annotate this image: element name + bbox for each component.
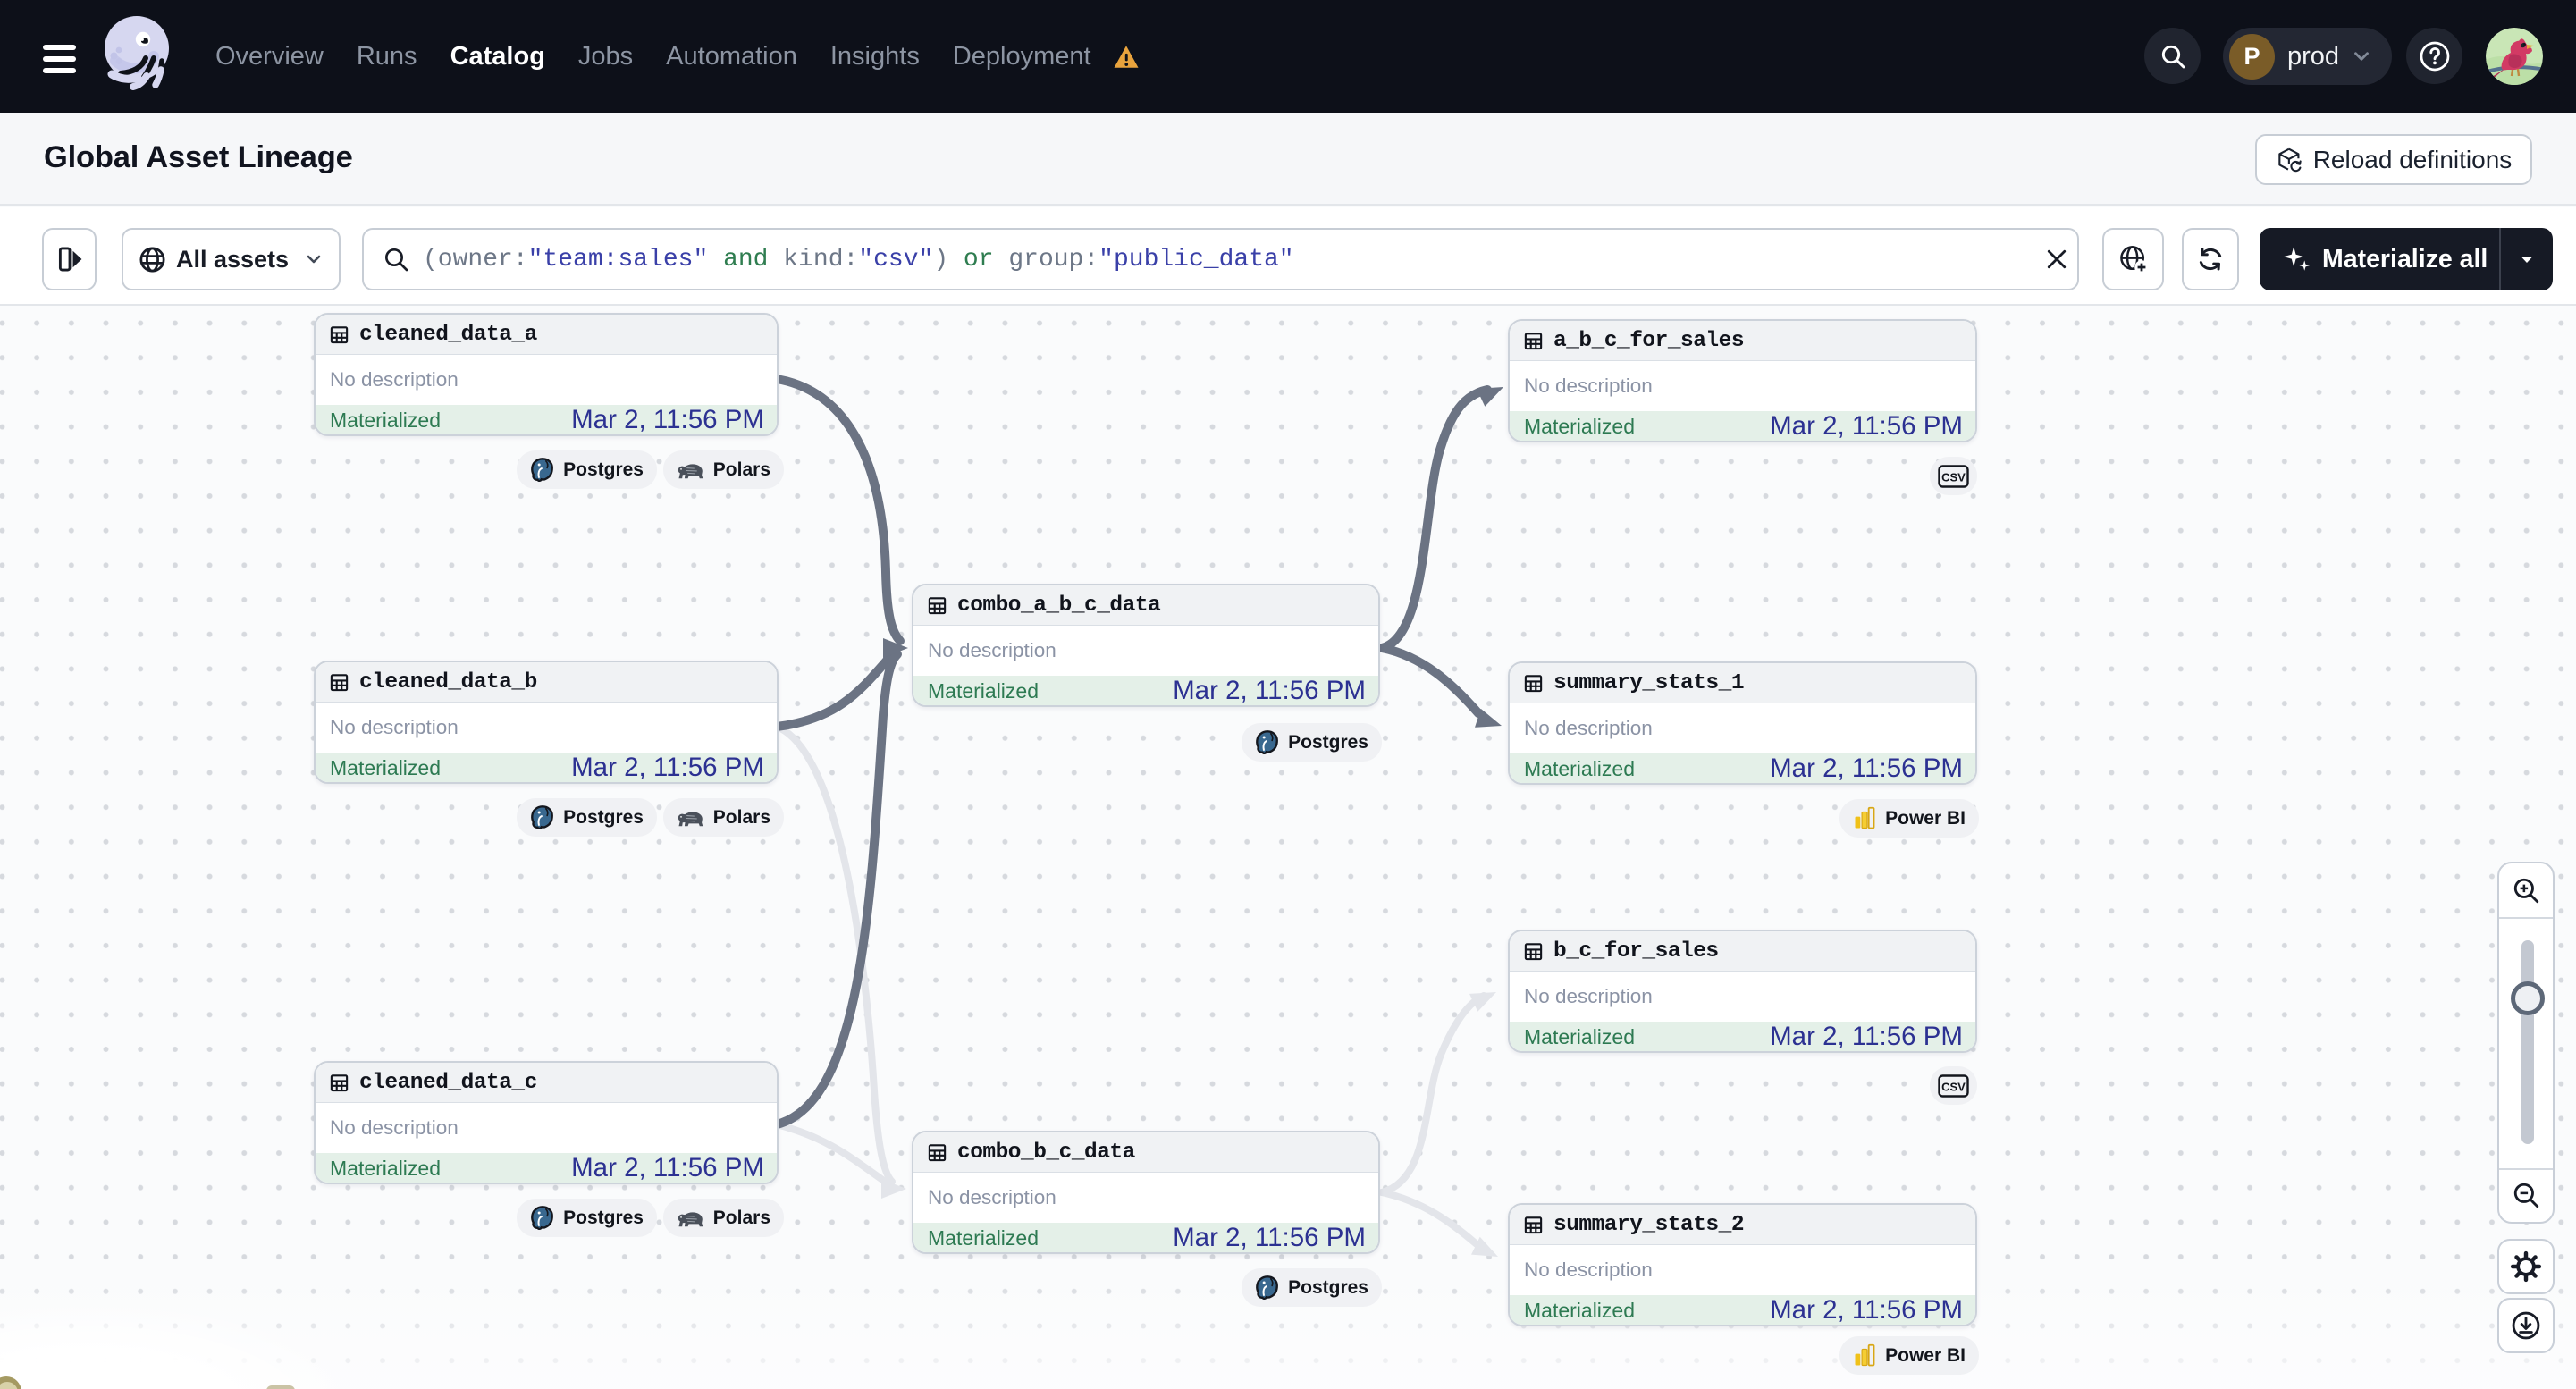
svg-text:CSV: CSV: [1941, 470, 1966, 484]
svg-text:CSV: CSV: [1941, 1080, 1966, 1093]
